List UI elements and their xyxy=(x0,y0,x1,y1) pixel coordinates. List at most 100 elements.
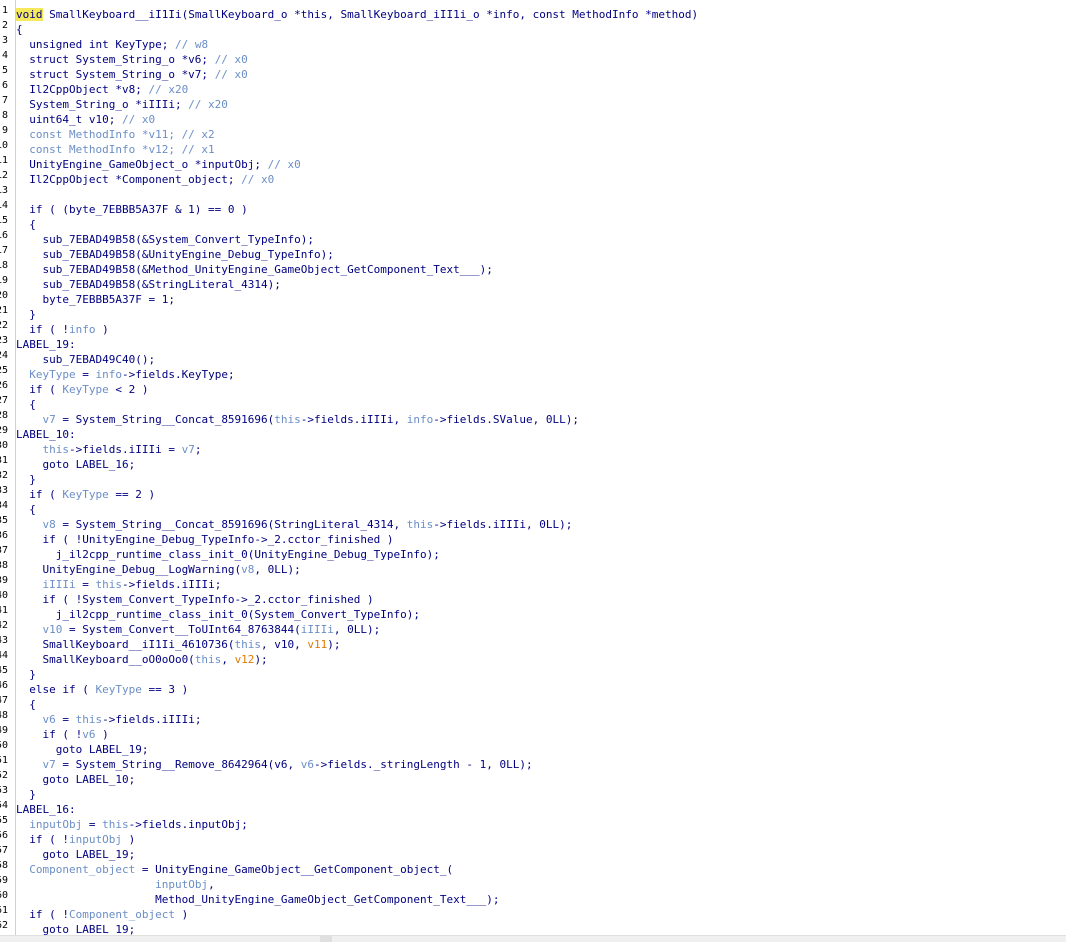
code-line[interactable]: 17 sub_7EBAD49B58(&UnityEngine_Debug_Typ… xyxy=(0,243,1066,261)
code-line[interactable]: 16 sub_7EBAD49B58(&System_Convert_TypeIn… xyxy=(0,228,1066,246)
code-line[interactable]: 24 sub_7EBAD49C40(); xyxy=(0,348,1066,366)
line-number: 23 xyxy=(0,335,8,346)
code-line[interactable]: 55 inputObj = this->fields.inputObj; xyxy=(0,813,1066,831)
line-number: 39 xyxy=(0,575,8,586)
code-line[interactable]: 6 Il2CppObject *v8; // x20 xyxy=(0,78,1066,96)
code-line[interactable]: 2{ xyxy=(0,18,1066,36)
line-number: 11 xyxy=(0,155,8,166)
code-line[interactable]: 57 goto LABEL_19; xyxy=(0,843,1066,861)
code-line[interactable]: 18 sub_7EBAD49B58(&Method_UnityEngine_Ga… xyxy=(0,258,1066,276)
code-area[interactable]: 1 void SmallKeyboard__iI1Ii(SmallKeyboard… xyxy=(0,3,1066,936)
line-number: 25 xyxy=(0,365,8,376)
code-line[interactable]: 21 } xyxy=(0,303,1066,321)
line-number: 44 xyxy=(0,650,8,661)
line-number: 58 xyxy=(0,860,8,871)
code-line[interactable]: 48 v6 = this->fields.iIIIi; xyxy=(0,708,1066,726)
line-number: 27 xyxy=(0,395,8,406)
line-number: 49 xyxy=(0,725,8,736)
code-line[interactable]: 5 struct System_String_o *v7; // x0 xyxy=(0,63,1066,81)
code-line[interactable]: 14 if ( (byte_7EBBB5A37F & 1) == 0 ) xyxy=(0,198,1066,216)
code-line[interactable]: 29LABEL_10: xyxy=(0,423,1066,441)
line-number: 10 xyxy=(0,140,8,151)
code-line[interactable]: 51 v7 = System_String__Remove_8642964(v6… xyxy=(0,753,1066,771)
pseudocode-editor[interactable]: 1 void SmallKeyboard__iI1Ii(SmallKeyboard… xyxy=(0,0,1066,942)
line-number: 36 xyxy=(0,530,8,541)
line-number: 4 xyxy=(1,50,8,61)
code-line[interactable]: 35 v8 = System_String__Concat_8591696(St… xyxy=(0,513,1066,531)
line-number: 50 xyxy=(0,740,8,751)
code-line[interactable]: 44 SmallKeyboard__oO0oOo0(this, v12); xyxy=(0,648,1066,666)
code-line[interactable]: 59 inputObj, xyxy=(0,873,1066,891)
code-line[interactable]: 34 { xyxy=(0,498,1066,516)
code-line[interactable]: 27 { xyxy=(0,393,1066,411)
scrollbar-thumb[interactable] xyxy=(320,936,332,942)
code-line[interactable]: 25 KeyType = info->fields.KeyType; xyxy=(0,363,1066,381)
line-number: 26 xyxy=(0,380,8,391)
code-line[interactable]: 22 if ( !info ) xyxy=(0,318,1066,336)
line-number: 51 xyxy=(0,755,8,766)
code-line[interactable]: 46 else if ( KeyType == 3 ) xyxy=(0,678,1066,696)
code-line[interactable]: 26 if ( KeyType < 2 ) xyxy=(0,378,1066,396)
code-line[interactable]: 52 goto LABEL_10; xyxy=(0,768,1066,786)
code-line[interactable]: 28 v7 = System_String__Concat_8591696(th… xyxy=(0,408,1066,426)
code-line[interactable]: 39 iIIIi = this->fields.iIIIi; xyxy=(0,573,1066,591)
code-line[interactable]: 43 SmallKeyboard__iI1Ii_4610736(this, v1… xyxy=(0,633,1066,651)
code-line[interactable]: 20 byte_7EBBB5A37F = 1; xyxy=(0,288,1066,306)
line-number: 13 xyxy=(0,185,8,196)
line-number: 6 xyxy=(1,80,8,91)
code-line[interactable]: 11 UnityEngine_GameObject_o *inputObj; /… xyxy=(0,153,1066,171)
code-line[interactable]: 37 j_il2cpp_runtime_class_init_0(UnityEn… xyxy=(0,543,1066,561)
horizontal-scrollbar[interactable] xyxy=(0,935,1066,942)
code-line[interactable]: 15 { xyxy=(0,213,1066,231)
code-line[interactable]: 40 if ( !System_Convert_TypeInfo->_2.cct… xyxy=(0,588,1066,606)
line-number: 24 xyxy=(0,350,8,361)
line-number: 61 xyxy=(0,905,8,916)
code-line[interactable]: 38 UnityEngine_Debug__LogWarning(v8, 0LL… xyxy=(0,558,1066,576)
code-line[interactable]: 42 v10 = System_Convert__ToUInt64_876384… xyxy=(0,618,1066,636)
code-line[interactable]: 3 unsigned int KeyType; // w8 xyxy=(0,33,1066,51)
line-number: 32 xyxy=(0,470,8,481)
code-line[interactable]: 32 } xyxy=(0,468,1066,486)
line-number: 37 xyxy=(0,545,8,556)
line-number: 56 xyxy=(0,830,8,841)
code-line[interactable]: 8 uint64_t v10; // x0 xyxy=(0,108,1066,126)
code-line[interactable]: 41 j_il2cpp_runtime_class_init_0(System_… xyxy=(0,603,1066,621)
code-line[interactable]: 4 struct System_String_o *v6; // x0 xyxy=(0,48,1066,66)
code-line[interactable]: 10 const MethodInfo *v12; // x1 xyxy=(0,138,1066,156)
line-number: 60 xyxy=(0,890,8,901)
line-number: 41 xyxy=(0,605,8,616)
code-line[interactable]: 9 const MethodInfo *v11; // x2 xyxy=(0,123,1066,141)
code-line[interactable]: 54LABEL_16: xyxy=(0,798,1066,816)
code-line[interactable]: 49 if ( !v6 ) xyxy=(0,723,1066,741)
code-line[interactable]: 31 goto LABEL_16; xyxy=(0,453,1066,471)
code-line[interactable]: 56 if ( !inputObj ) xyxy=(0,828,1066,846)
code-line[interactable]: 7 System_String_o *iIIIi; // x20 xyxy=(0,93,1066,111)
code-line[interactable]: 61 if ( !Component_object ) xyxy=(0,903,1066,921)
code-line[interactable]: 47 { xyxy=(0,693,1066,711)
line-number: 55 xyxy=(0,815,8,826)
line-number: 28 xyxy=(0,410,8,421)
line-number: 34 xyxy=(0,500,8,511)
code-line[interactable]: 13 xyxy=(0,183,1066,198)
code-line[interactable]: 12 Il2CppObject *Component_object; // x0 xyxy=(0,168,1066,186)
code-line[interactable]: 60 Method_UnityEngine_GameObject_GetComp… xyxy=(0,888,1066,906)
line-number: 54 xyxy=(0,800,8,811)
line-number: 48 xyxy=(0,710,8,721)
code-line[interactable]: 45 } xyxy=(0,663,1066,681)
line-number: 7 xyxy=(1,95,8,106)
code-line[interactable]: 30 this->fields.iIIIi = v7; xyxy=(0,438,1066,456)
line-number: 22 xyxy=(0,320,8,331)
code-line[interactable]: 36 if ( !UnityEngine_Debug_TypeInfo->_2.… xyxy=(0,528,1066,546)
code-line[interactable]: 23LABEL_19: xyxy=(0,333,1066,351)
code-line[interactable]: 53 } xyxy=(0,783,1066,801)
line-number: 59 xyxy=(0,875,8,886)
code-line[interactable]: 1 void SmallKeyboard__iI1Ii(SmallKeyboard… xyxy=(0,3,1066,21)
code-line[interactable]: 58 Component_object = UnityEngine_GameOb… xyxy=(0,858,1066,876)
code-line[interactable]: 19 sub_7EBAD49B58(&StringLiteral_4314); xyxy=(0,273,1066,291)
code-line[interactable]: 50 goto LABEL_19; xyxy=(0,738,1066,756)
line-number: 2 xyxy=(1,20,8,31)
code-line[interactable]: 62 goto LABEL_19; xyxy=(0,918,1066,936)
code-line[interactable]: 33 if ( KeyType == 2 ) xyxy=(0,483,1066,501)
line-number: 1 xyxy=(1,5,8,16)
line-number: 62 xyxy=(0,920,8,931)
